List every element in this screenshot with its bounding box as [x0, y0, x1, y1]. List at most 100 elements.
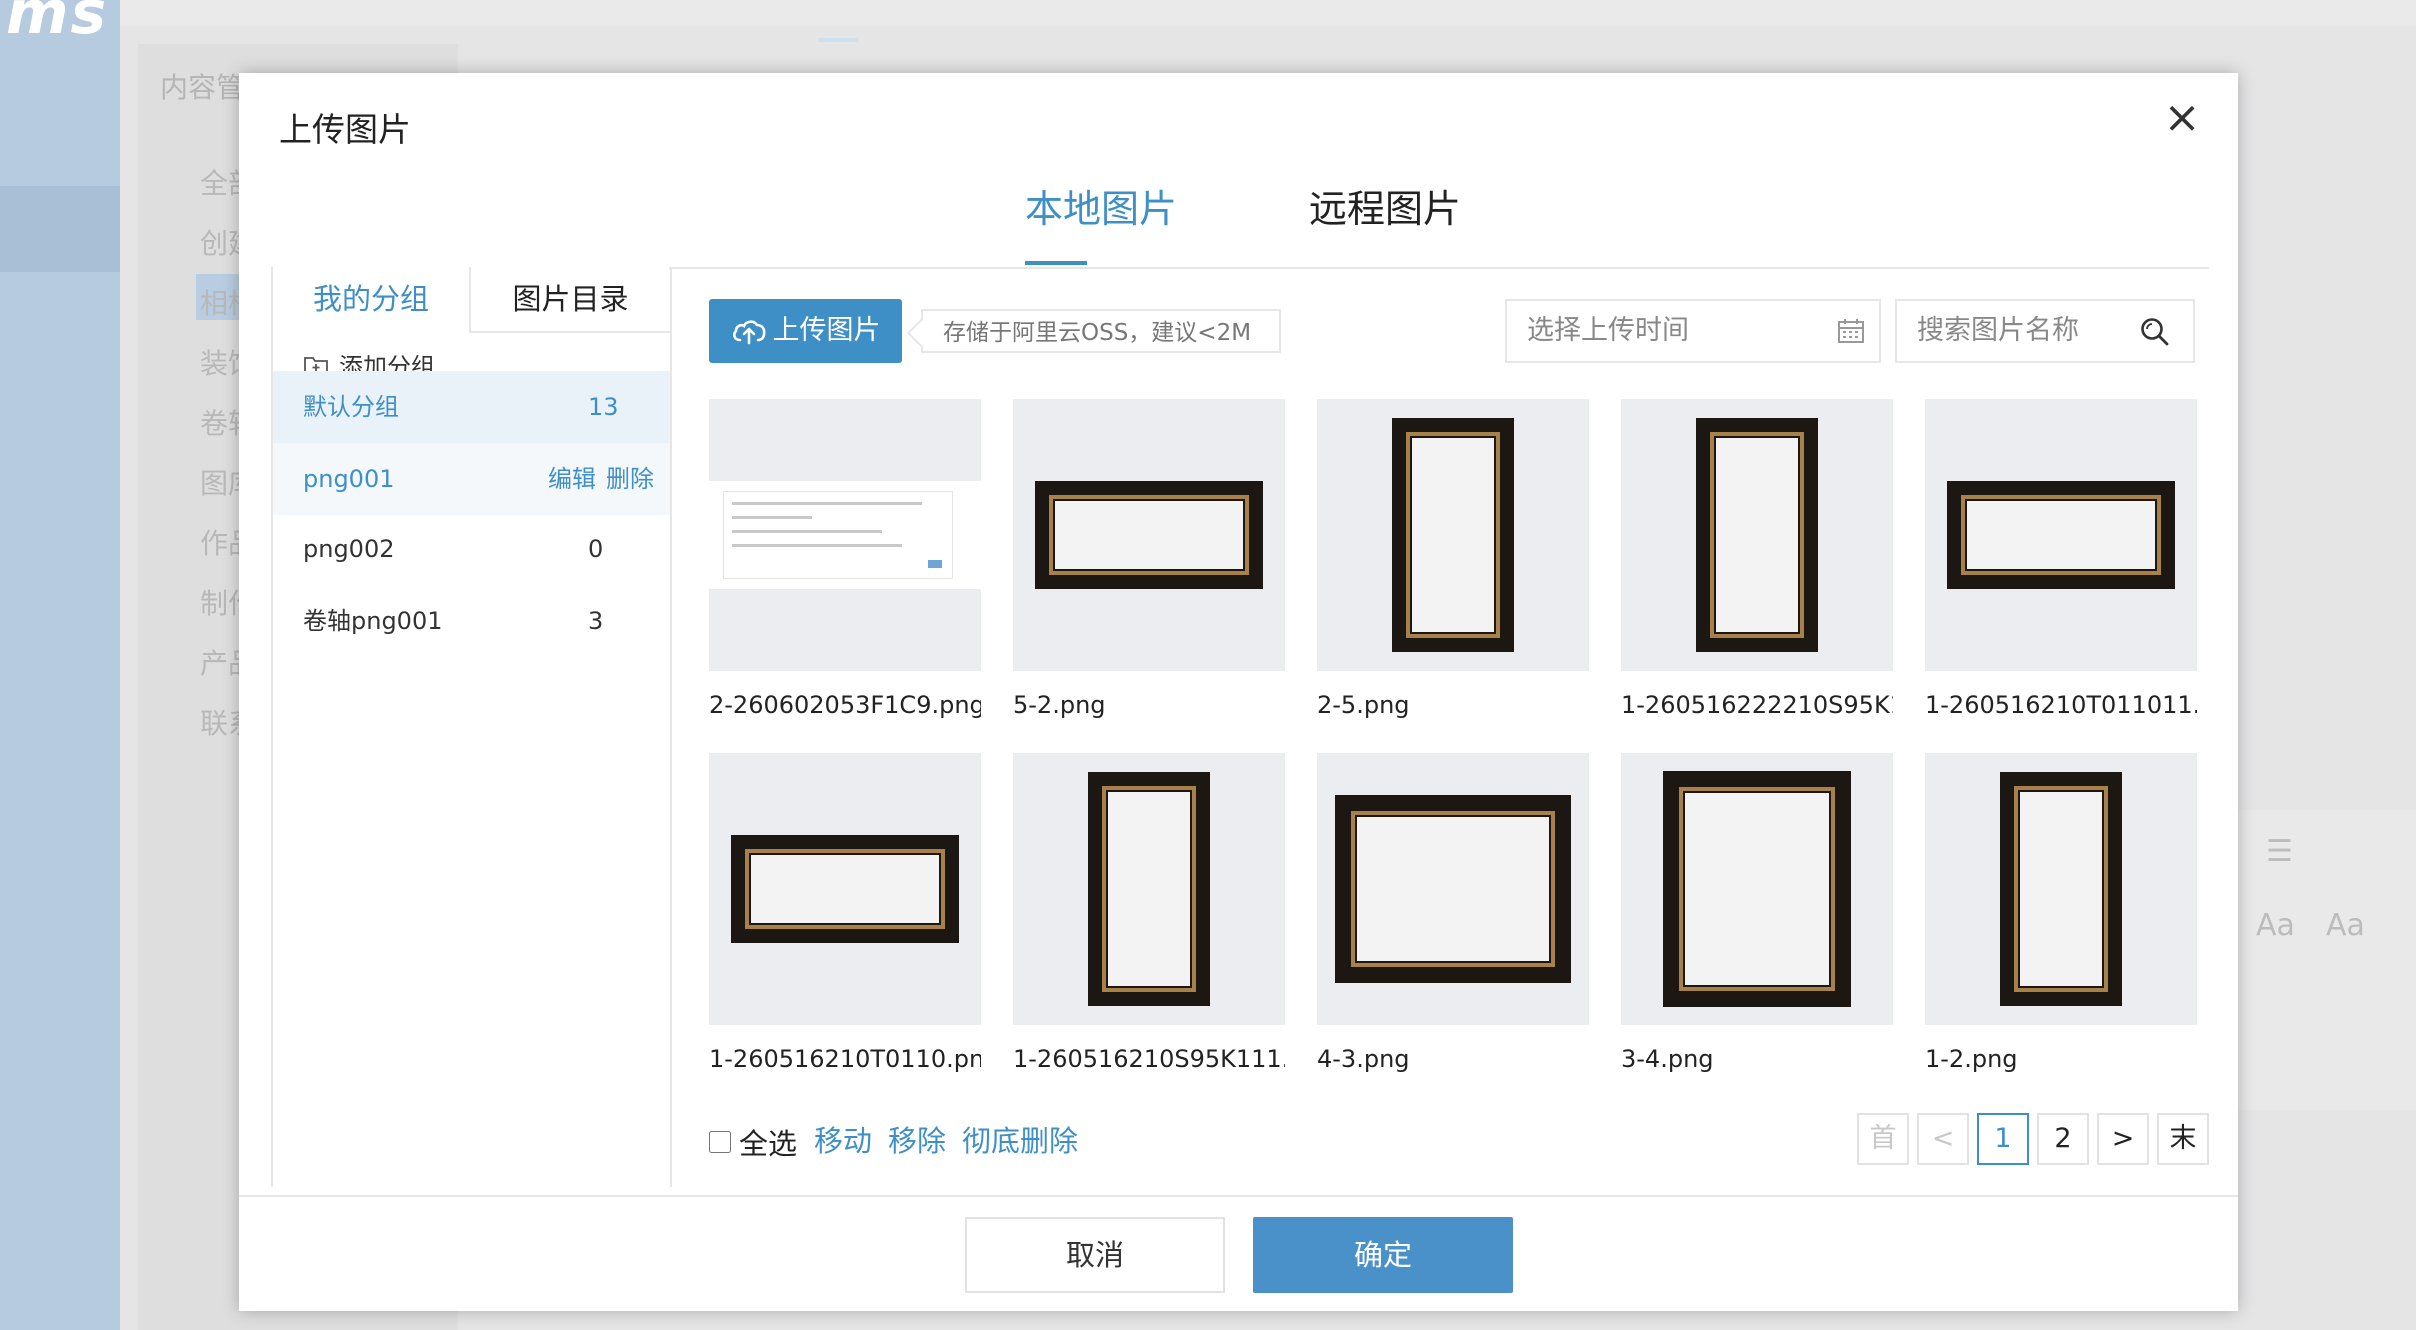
group-name: png001 [303, 465, 395, 493]
image-thumbnail [709, 753, 981, 1025]
image-card[interactable]: 4-3.png [1317, 753, 1589, 1073]
image-filename: 1-2.png [1925, 1045, 2018, 1073]
image-filename: 1-260516210T011011.pn [1925, 691, 2197, 719]
source-tabs: 本地图片 远程图片 [239, 169, 2238, 265]
group-count: 0 [588, 535, 604, 563]
picture-frame [2000, 772, 2122, 1006]
page-button-2[interactable]: 2 [2037, 1113, 2089, 1165]
screenshot-line [732, 502, 922, 505]
date-placeholder: 选择上传时间 [1527, 315, 1689, 346]
image-thumbnail [709, 399, 981, 671]
picture-frame [1392, 418, 1514, 652]
app-logo: ms [6, 0, 109, 48]
app-editor-toolbar: ☰ Aa Aa [2236, 810, 2416, 1110]
dialog-title: 上传图片 [279, 110, 411, 149]
picture-frame [1335, 795, 1571, 983]
app-topbar [120, 0, 2416, 26]
image-thumbnail [1013, 753, 1285, 1025]
image-card[interactable]: 5-2.png [1013, 399, 1285, 719]
tab-image-directory[interactable]: 图片目录 [471, 267, 670, 331]
tabs-divider [669, 267, 2209, 269]
select-all-label: 全选 [739, 1127, 798, 1161]
select-all-input[interactable] [709, 1131, 731, 1153]
tab-local-images[interactable]: 本地图片 [1025, 169, 1177, 249]
image-thumbnail [1621, 753, 1893, 1025]
picture-frame [731, 835, 959, 943]
image-thumbnail [1925, 399, 2197, 671]
image-thumbnail [1317, 399, 1589, 671]
image-card[interactable]: 1-260516210T0110.png [709, 753, 981, 1073]
image-filename: 1-260516210T0110.png [709, 1045, 981, 1073]
image-card[interactable]: 2-5.png [1317, 399, 1589, 719]
font-size-icon: Aa [2326, 908, 2365, 943]
cloud-upload-icon [732, 320, 765, 345]
image-filename: 1-260516210S95K111.p [1013, 1045, 1285, 1073]
font-size-icon: Aa [2256, 908, 2295, 943]
screenshot-button [928, 560, 942, 568]
image-thumbnail [1013, 399, 1285, 671]
upload-image-button[interactable]: 上传图片 [709, 299, 902, 363]
app-sidebar: ms [0, 0, 120, 1330]
screenshot-line [732, 530, 882, 533]
first-page-button[interactable]: 首 [1857, 1113, 1909, 1165]
tab-remote-images[interactable]: 远程图片 [1309, 169, 1461, 249]
image-card[interactable]: 2-260602053F1C9.png [709, 399, 981, 719]
screenshot-line [732, 544, 902, 547]
group-item-png001[interactable]: png001 编辑 删除 [273, 443, 670, 515]
image-filename: 2-260602053F1C9.png [709, 691, 981, 719]
image-filename: 2-5.png [1317, 691, 1410, 719]
group-name: 卷轴png001 [303, 607, 443, 635]
upload-button-label: 上传图片 [772, 315, 881, 346]
image-filename: 4-3.png [1317, 1045, 1410, 1073]
image-card[interactable]: 3-4.png [1621, 753, 1893, 1073]
delete-group-link[interactable]: 删除 [606, 443, 654, 515]
upload-date-picker[interactable]: 选择上传时间 [1505, 299, 1881, 363]
screenshot-dialog [723, 491, 953, 579]
screenshot-line [732, 516, 812, 519]
calendar-icon [1838, 319, 1864, 343]
image-filename: 5-2.png [1013, 691, 1106, 719]
image-filename: 1-260516222210S95K11 [1621, 691, 1893, 719]
select-all-checkbox[interactable]: 全选 [709, 1121, 797, 1163]
storage-tip: 存储于阿里云OSS，建议<2M [921, 309, 1281, 353]
image-card[interactable]: 1-260516210S95K111.p [1013, 753, 1285, 1073]
image-card[interactable]: 1-2.png [1925, 753, 2197, 1073]
group-name: 默认分组 [303, 393, 399, 421]
image-thumbnail [1317, 753, 1589, 1025]
last-page-button[interactable]: 末 [2157, 1113, 2209, 1165]
screenshot-preview [709, 481, 981, 589]
picture-frame [1663, 771, 1851, 1007]
group-count: 3 [588, 607, 604, 635]
group-item-default[interactable]: 默认分组 13 [273, 371, 670, 443]
image-card[interactable]: 1-260516222210S95K11 [1621, 399, 1893, 719]
delete-forever-link[interactable]: 彻底删除 [962, 1121, 1078, 1161]
image-card[interactable]: 1-260516210T011011.pn [1925, 399, 2197, 719]
prev-page-button[interactable]: < [1917, 1113, 1969, 1165]
sidebar-active-item [0, 186, 120, 272]
close-icon[interactable]: × [2159, 95, 2205, 141]
image-filename: 3-4.png [1621, 1045, 1714, 1073]
remove-link[interactable]: 移除 [888, 1121, 946, 1161]
page-button-1[interactable]: 1 [1977, 1113, 2029, 1165]
tab-my-groups[interactable]: 我的分组 [273, 267, 471, 333]
active-tab-underline [1025, 261, 1087, 265]
picture-frame [1035, 481, 1263, 589]
search-placeholder: 搜索图片名称 [1917, 315, 2079, 346]
next-page-button[interactable]: > [2097, 1113, 2149, 1165]
group-item-png002[interactable]: png002 0 [273, 513, 670, 585]
edit-group-link[interactable]: 编辑 [548, 443, 596, 515]
image-thumbnail [1621, 399, 1893, 671]
search-icon[interactable] [2139, 316, 2171, 348]
image-thumbnail [1925, 753, 2197, 1025]
group-tabs: 我的分组 图片目录 [273, 267, 670, 333]
picture-frame [1088, 772, 1210, 1006]
group-count: 13 [588, 393, 619, 421]
cancel-button[interactable]: 取消 [965, 1217, 1225, 1293]
footer-divider [239, 1195, 2238, 1197]
confirm-button[interactable]: 确定 [1253, 1217, 1513, 1293]
group-item-scroll-png001[interactable]: 卷轴png001 3 [273, 585, 670, 657]
group-name: png002 [303, 535, 395, 563]
move-link[interactable]: 移动 [814, 1121, 872, 1161]
upload-image-dialog: 上传图片 × 本地图片 远程图片 我的分组 图片目录 添加分组 默认分组 13 … [239, 73, 2238, 1311]
search-image-input[interactable]: 搜索图片名称 [1895, 299, 2195, 363]
